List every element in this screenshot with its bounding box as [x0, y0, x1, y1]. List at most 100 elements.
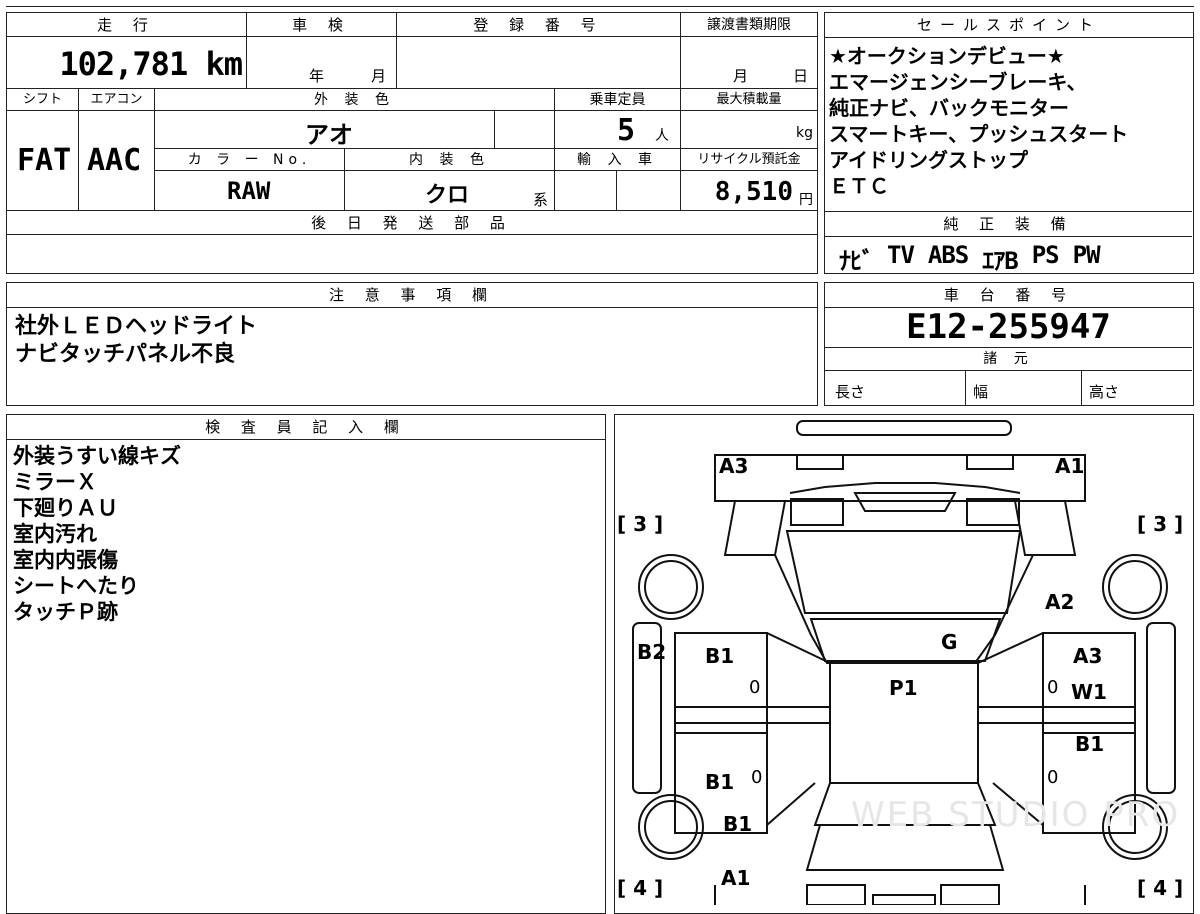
- inspector-line: 室内内張傷: [13, 548, 118, 572]
- color-no-header: カ ラ ー No.: [155, 149, 345, 171]
- recycle-header: リサイクル預託金: [681, 149, 817, 171]
- inspector-line: ミラーＸ: [13, 470, 97, 494]
- mileage-value: 102,781 km: [59, 45, 243, 83]
- mark-b2: B2: [637, 640, 667, 664]
- shift-header: シフト: [7, 89, 79, 111]
- capacity-value: 5: [617, 113, 636, 148]
- tire-mark-fl: [ 3 ]: [617, 512, 664, 536]
- mark-zero: 0: [751, 767, 763, 788]
- transfer-month: 月: [733, 67, 749, 85]
- mileage-header: 走 行: [7, 13, 247, 37]
- equipment-item: ﾅﾋﾞ: [839, 247, 874, 275]
- mark-b1-rear: B1: [723, 812, 753, 836]
- note-line: ナビタッチパネル不良: [15, 342, 236, 367]
- transfer-value-cell: 月 日: [681, 37, 817, 89]
- equipment-item: PW: [1072, 241, 1101, 269]
- inspector-header: 検 査 員 記 入 欄: [7, 415, 605, 440]
- tire-mark-fr: [ 3 ]: [1137, 512, 1184, 536]
- inspector-line: シートへたり: [13, 574, 139, 598]
- inspector-line: 下廻りＡＵ: [13, 496, 118, 520]
- mark-zero: 0: [1047, 677, 1059, 698]
- shaken-value-cell: 年 月: [247, 37, 397, 89]
- exterior-extra-cell: [495, 111, 555, 149]
- recycle-value-cell: 8,510 円: [681, 171, 817, 211]
- top-strip: [6, 0, 1194, 7]
- recycle-value: 8,510: [714, 177, 793, 207]
- mark-b1-right: B1: [1075, 732, 1105, 756]
- maxload-value-cell: kg: [681, 111, 817, 149]
- interior-value: クロ: [425, 183, 470, 208]
- spec-divider: [965, 371, 966, 405]
- shaken-header: 車 検: [247, 13, 397, 37]
- mark-a3-top: A3: [719, 454, 749, 478]
- capacity-value-cell: 5 人: [555, 111, 681, 149]
- chassis-number: E12-255947: [906, 307, 1111, 347]
- ac-header: エアコン: [79, 89, 155, 111]
- ac-value: AAC: [87, 143, 142, 178]
- mark-b1-left-rear: B1: [705, 770, 735, 794]
- reg-header: 登 録 番 号: [397, 13, 681, 37]
- spec-header: 諸 元: [825, 347, 1192, 371]
- ac-value-cell: AAC: [79, 111, 155, 211]
- interior-value-cell: クロ 系: [345, 171, 555, 211]
- equipment-item: ｴｱB: [982, 247, 1018, 275]
- import-value-cell-a: [555, 171, 617, 211]
- mark-p1: P1: [889, 676, 918, 700]
- mark-a3-right: A3: [1073, 644, 1103, 668]
- width-label: 幅: [973, 383, 989, 401]
- length-label: 長さ: [835, 383, 866, 401]
- equipment-list: ﾅﾋﾞ TV ABS ｴｱB PS PW: [839, 241, 1101, 276]
- inspector-line: タッチＰ跡: [13, 600, 118, 624]
- height-label: 高さ: [1089, 383, 1120, 401]
- maxload-header: 最大積載量: [681, 89, 817, 111]
- transfer-header: 譲渡書類期限: [681, 13, 817, 37]
- sales-points-block: セールスポイント ★オークションデビュー★ エマージェンシーブレーキ、 純正ナビ…: [824, 12, 1194, 276]
- mark-b1-left-front: B1: [705, 644, 735, 668]
- equipment-item: PS: [1031, 241, 1060, 269]
- later-parts-value: [7, 235, 817, 271]
- mark-a1-rear: A1: [721, 866, 751, 890]
- inspector-line: 外装うすい線キズ: [13, 444, 181, 468]
- capacity-unit: 人: [655, 128, 669, 144]
- mileage-value-cell: 102,781 km: [7, 37, 247, 89]
- equipment-item: TV: [887, 241, 915, 269]
- sales-point-item: ★オークションデビュー★: [829, 44, 1065, 68]
- color-no-value: RAW: [227, 177, 271, 205]
- interior-suffix: 系: [533, 191, 549, 209]
- import-header: 輸 入 車: [555, 149, 681, 171]
- sales-point-item: エマージェンシーブレーキ、: [829, 70, 1087, 94]
- exterior-value-cell: アオ: [155, 111, 495, 149]
- spec-divider: [1081, 371, 1082, 405]
- later-parts-header: 後 日 発 送 部 品: [7, 211, 817, 235]
- chassis-header: 車 台 番 号: [825, 283, 1193, 308]
- exterior-header: 外 装 色: [155, 89, 555, 111]
- sales-points-list: ★オークションデビュー★ エマージェンシーブレーキ、 純正ナビ、バックモニター …: [829, 43, 1128, 199]
- mark-zero: 0: [1047, 767, 1059, 788]
- note-line: 社外ＬＥＤヘッドライト: [15, 314, 258, 339]
- watermark: WEB STUDIO PRO: [851, 795, 1181, 835]
- mark-zero: 0: [749, 677, 761, 698]
- shaken-month: 月: [371, 67, 387, 85]
- sales-point-item: スマートキー、プッシュスタート: [829, 122, 1129, 146]
- capacity-header: 乗車定員: [555, 89, 681, 111]
- transfer-day: 日: [793, 67, 809, 85]
- interior-header: 内 装 色: [345, 149, 555, 171]
- mark-w1: W1: [1071, 680, 1107, 704]
- shift-value-cell: FAT: [7, 111, 79, 211]
- notes-header: 注 意 事 項 欄: [7, 283, 817, 308]
- inspector-list: 外装うすい線キズ ミラーＸ 下廻りＡＵ 室内汚れ 室内内張傷 シートへたり タッ…: [13, 443, 181, 625]
- recycle-unit: 円: [799, 192, 813, 208]
- mark-g: G: [941, 630, 958, 654]
- notes-list: 社外ＬＥＤヘッドライト ナビタッチパネル不良: [15, 313, 257, 369]
- mark-a2: A2: [1045, 590, 1075, 614]
- mark-a1-top: A1: [1055, 454, 1085, 478]
- sales-point-item: アイドリングストップ: [829, 148, 1028, 172]
- inspector-block: 検 査 員 記 入 欄 外装うすい線キズ ミラーＸ 下廻りＡＵ 室内汚れ 室内内…: [6, 414, 606, 914]
- exterior-value: アオ: [305, 121, 353, 149]
- chassis-block: 車 台 番 号 E12-255947 諸 元 長さ 幅 高さ: [824, 282, 1194, 406]
- sales-points-header: セールスポイント: [825, 13, 1193, 38]
- shaken-year: 年: [309, 67, 325, 85]
- color-no-value-cell: RAW: [155, 171, 345, 211]
- sales-point-item: 純正ナビ、バックモニター: [829, 96, 1069, 120]
- car-diagram: A3 A1 [ 3 ] [ 3 ] A2 B2 B1 G A3 P1 0 0 W…: [614, 414, 1194, 914]
